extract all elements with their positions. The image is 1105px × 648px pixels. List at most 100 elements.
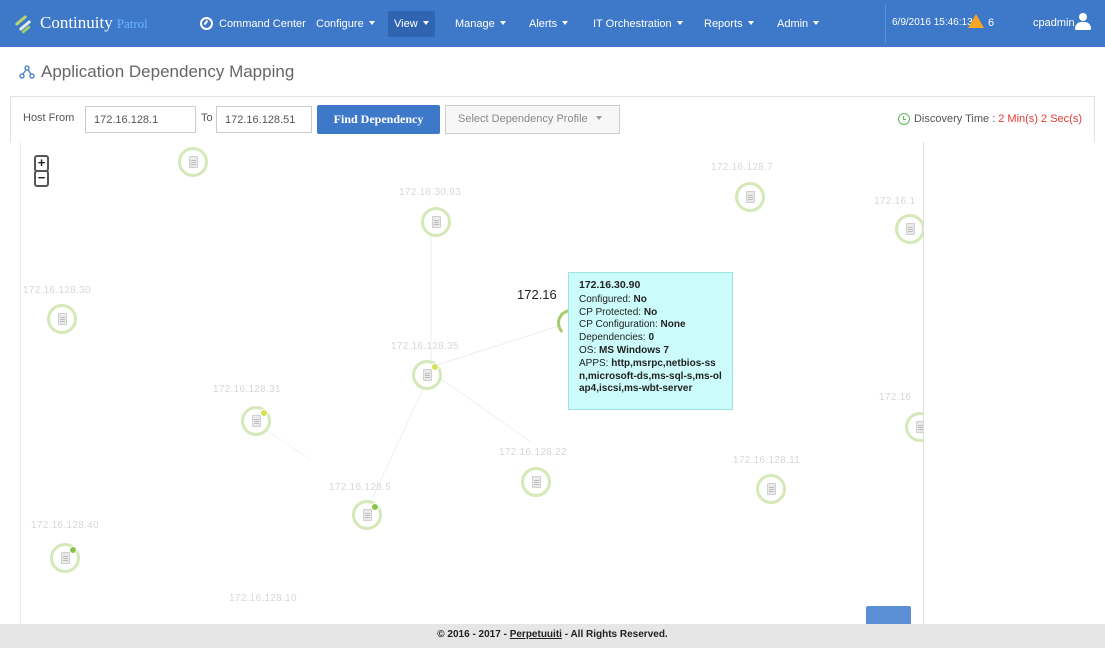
nav-command-center[interactable]: Command Center (194, 11, 312, 37)
tooltip-os: OS: MS Windows 7 (579, 344, 669, 356)
tooltip-configuration: CP Configuration: None (579, 319, 686, 331)
host-node-label: 172.16.128.31 (213, 384, 281, 395)
host-node[interactable] (352, 500, 382, 530)
server-icon (423, 369, 432, 381)
discovery-time-label: Discovery Time : (913, 113, 996, 125)
tooltip-ip: 172.16.30.90 (579, 279, 641, 291)
tooltip-apps: APPS: http,msrpc,netbios-ssn,microsoft-d… (579, 357, 722, 395)
page-title-text: Application Dependency Mapping (41, 62, 295, 81)
host-node-label: 172.16.128.7 (711, 162, 773, 173)
nav-manage[interactable]: Manage (449, 11, 512, 37)
nav-admin-label: Admin (777, 18, 809, 30)
host-node-label: 172.16.128.5 (329, 482, 391, 493)
nav-configure-label: Configure (316, 18, 364, 30)
scroll-top-button[interactable] (866, 606, 911, 626)
chevron-down-icon (747, 21, 754, 25)
server-icon (189, 156, 198, 168)
server-icon (532, 476, 541, 488)
brand-logo[interactable]: Continuity Patrol (14, 12, 148, 34)
dependency-map-canvas[interactable]: + − 172.16.30.93 172.16.128.7 172.16.1 1… (20, 142, 923, 625)
page-title: Application Dependency Mapping (19, 62, 294, 82)
dashboard-icon (200, 17, 213, 30)
server-icon (61, 552, 70, 564)
alert-count-badge[interactable]: 6 (988, 17, 994, 29)
dependency-map-icon (19, 65, 35, 79)
top-navbar: Continuity Patrol Command Center Configu… (0, 0, 1105, 47)
host-node[interactable] (421, 207, 451, 237)
host-node[interactable] (895, 214, 923, 244)
host-node-label: 172.16 (879, 392, 912, 403)
footer-copyright: © 2016 - 2017 - (437, 629, 507, 640)
host-node[interactable] (178, 147, 208, 177)
host-node-label: 172.16.128.10 (229, 593, 297, 604)
chevron-down-icon (422, 21, 429, 25)
nav-alerts[interactable]: Alerts (523, 11, 574, 37)
tooltip-protected: CP Protected: No (579, 306, 658, 318)
nav-manage-label: Manage (455, 18, 495, 30)
host-node[interactable] (756, 474, 786, 504)
tooltip-configured: Configured: No (579, 293, 647, 305)
host-node-label: 172.16.128.11 (733, 455, 801, 466)
host-from-input[interactable] (85, 106, 196, 133)
nav-admin[interactable]: Admin (771, 11, 825, 37)
dependency-toolbar: Host From To Find Dependency Select Depe… (10, 96, 1095, 142)
status-dot (371, 503, 379, 511)
nav-it-orchestration[interactable]: IT Orchestration (587, 11, 689, 37)
footer-company-link[interactable]: Perpetuuiti (510, 629, 562, 640)
host-from-label: Host From (23, 112, 75, 124)
server-icon (252, 415, 261, 427)
host-node-label: 172.16.128.22 (499, 447, 567, 458)
server-icon (906, 223, 915, 235)
server-icon (916, 421, 923, 433)
host-node-label: 172.16.1 (874, 196, 916, 207)
host-node-label: 172.16.128.35 (391, 341, 459, 352)
host-node[interactable] (412, 360, 442, 390)
host-node[interactable] (50, 543, 80, 573)
chevron-down-icon (562, 21, 569, 25)
find-dependency-button[interactable]: Find Dependency (317, 105, 440, 134)
host-node[interactable] (521, 467, 551, 497)
user-icon[interactable] (1073, 12, 1093, 32)
server-icon (432, 216, 441, 228)
brand-name: Continuity (40, 13, 113, 32)
zoom-out-button[interactable]: − (34, 170, 49, 187)
host-node[interactable] (47, 304, 77, 334)
chevron-down-icon (368, 21, 375, 25)
nav-configure[interactable]: Configure (310, 11, 381, 37)
map-edges (256, 232, 572, 513)
host-node-label: 172.16.128.40 (31, 520, 99, 531)
chevron-down-icon (595, 116, 602, 120)
chevron-down-icon (499, 21, 506, 25)
brand-sub: Patrol (116, 16, 148, 31)
chevron-down-icon (676, 21, 683, 25)
node-tooltip: 172.16.30.90 Configured: No CP Protected… (568, 272, 733, 410)
nav-view[interactable]: View (388, 11, 435, 37)
warning-icon[interactable] (968, 14, 984, 28)
clock-icon (897, 113, 910, 125)
host-node[interactable] (735, 182, 765, 212)
nav-reports[interactable]: Reports (698, 11, 760, 37)
host-to-input[interactable] (216, 106, 312, 133)
discovery-time: Discovery Time : 2 Min(s) 2 Sec(s) (897, 113, 1082, 125)
tooltip-dependencies: Dependencies: 0 (579, 332, 655, 344)
chevron-down-icon (813, 21, 820, 25)
nav-divider (885, 4, 886, 43)
status-dot (260, 409, 268, 417)
server-icon (363, 509, 372, 521)
status-dot (69, 546, 77, 554)
map-side-panel (923, 142, 1095, 625)
nav-datetime: 6/9/2016 15:46:13 (892, 17, 973, 28)
nav-reports-label: Reports (704, 18, 743, 30)
dependency-profile-placeholder: Select Dependency Profile (458, 113, 588, 125)
host-node-label: 172.16.128.30 (23, 285, 91, 296)
hovered-node-label: 172.16 (517, 287, 557, 302)
dependency-profile-select[interactable]: Select Dependency Profile (445, 105, 620, 134)
user-name[interactable]: cpadmin (1033, 17, 1075, 29)
brand-icon (14, 13, 34, 34)
nav-view-label: View (394, 18, 418, 30)
discovery-time-value: 2 Min(s) 2 Sec(s) (998, 113, 1082, 125)
page-footer: © 2016 - 2017 - Perpetuuiti - All Rights… (0, 624, 1105, 648)
footer-rights: - All Rights Reserved. (564, 629, 668, 640)
status-dot (431, 363, 439, 371)
host-node[interactable] (241, 406, 271, 436)
